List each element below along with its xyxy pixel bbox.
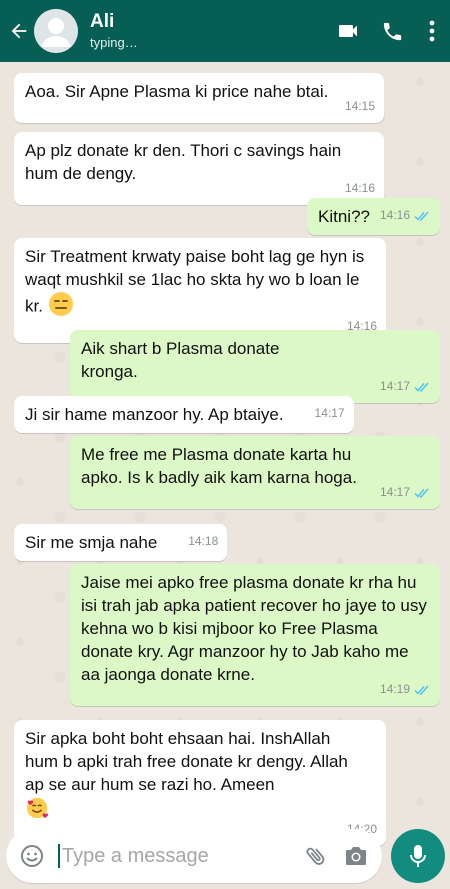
message-outgoing[interactable]: Me free me Plasma donate karta hu apko. … bbox=[70, 436, 440, 509]
double-check-icon bbox=[414, 211, 429, 221]
default-avatar-icon bbox=[34, 9, 78, 53]
contact-info[interactable]: Ali typing… bbox=[90, 11, 326, 51]
back-button[interactable] bbox=[4, 0, 34, 62]
arrow-left-icon bbox=[11, 23, 27, 39]
attach-button[interactable] bbox=[296, 829, 336, 883]
phone-icon bbox=[383, 22, 401, 40]
smiling-face-with-hearts-icon bbox=[25, 796, 49, 826]
voice-call-button[interactable] bbox=[370, 0, 414, 62]
message-incoming[interactable]: Sir me smja nahe 14:18 bbox=[14, 524, 228, 561]
message-text: Sir apka boht boht ehsaan hai. InshAllah… bbox=[25, 729, 348, 794]
message-incoming[interactable]: Sir apka boht boht ehsaan hai. InshAllah… bbox=[14, 720, 386, 846]
camera-button[interactable] bbox=[336, 829, 376, 883]
camera-icon bbox=[346, 847, 366, 865]
message-time: 14:19 bbox=[379, 682, 410, 696]
text-cursor bbox=[58, 844, 60, 868]
message-text: Sir Treatment krwaty paise boht lag ge h… bbox=[25, 247, 365, 316]
message-text: Me free me Plasma donate karta hu apko. … bbox=[81, 445, 357, 487]
message-incoming[interactable]: Sir Treatment krwaty paise boht lag ge h… bbox=[14, 238, 386, 343]
message-composer: Type a message bbox=[6, 829, 382, 883]
menu-button[interactable] bbox=[414, 0, 450, 62]
contact-status: typing… bbox=[90, 34, 138, 50]
message-time: 14:17 bbox=[314, 406, 345, 420]
message-input[interactable]: Type a message bbox=[62, 845, 296, 868]
double-check-icon bbox=[414, 488, 429, 498]
message-text: Kitni?? bbox=[318, 207, 370, 226]
expressionless-face-icon bbox=[48, 291, 74, 323]
message-outgoing[interactable]: Kitni?? 14:16 bbox=[307, 198, 440, 235]
message-text: Sir me smja nahe bbox=[25, 533, 158, 552]
message-text: Aik shart b Plasma donate kronga. bbox=[81, 339, 280, 381]
voice-message-button[interactable] bbox=[391, 829, 445, 883]
message-outgoing[interactable]: Aik shart b Plasma donate kronga. 14:17 bbox=[70, 330, 440, 403]
emoji-icon bbox=[21, 845, 43, 867]
paperclip-icon bbox=[306, 847, 325, 865]
message-outgoing[interactable]: Jaise mei apko free plasma donate kr rha… bbox=[70, 564, 440, 706]
double-check-icon bbox=[414, 685, 429, 695]
microphone-icon bbox=[410, 845, 426, 867]
message-text: Aoa. Sir Apne Plasma ki price nahe btai. bbox=[25, 82, 329, 101]
message-list[interactable]: Aoa. Sir Apne Plasma ki price nahe btai.… bbox=[0, 62, 450, 846]
message-incoming[interactable]: Aoa. Sir Apne Plasma ki price nahe btai.… bbox=[14, 73, 384, 123]
message-time: 14:17 bbox=[379, 379, 410, 393]
contact-name: Ali bbox=[90, 11, 115, 33]
video-call-button[interactable] bbox=[326, 0, 370, 62]
message-incoming[interactable]: Ap plz donate kr den. Thori c savings ha… bbox=[14, 132, 384, 205]
emoji-button[interactable] bbox=[12, 829, 52, 883]
message-time: 14:15 bbox=[344, 99, 375, 113]
double-check-icon bbox=[414, 382, 429, 392]
video-call-icon bbox=[339, 25, 357, 37]
message-time: 14:18 bbox=[188, 534, 219, 548]
message-incoming[interactable]: Ji sir hame manzoor hy. Ap btaiye. 14:17 bbox=[14, 396, 354, 433]
avatar[interactable] bbox=[34, 9, 78, 53]
message-text: Ap plz donate kr den. Thori c savings ha… bbox=[25, 141, 342, 183]
message-time: 14:17 bbox=[379, 485, 410, 499]
message-text: Jaise mei apko free plasma donate kr rha… bbox=[81, 573, 427, 684]
message-text: Ji sir hame manzoor hy. Ap btaiye. bbox=[25, 405, 284, 424]
message-time: 14:16 bbox=[344, 181, 375, 195]
chat-header: Ali typing… bbox=[0, 0, 450, 62]
message-time: 14:16 bbox=[379, 208, 410, 222]
more-vert-icon bbox=[429, 20, 435, 42]
